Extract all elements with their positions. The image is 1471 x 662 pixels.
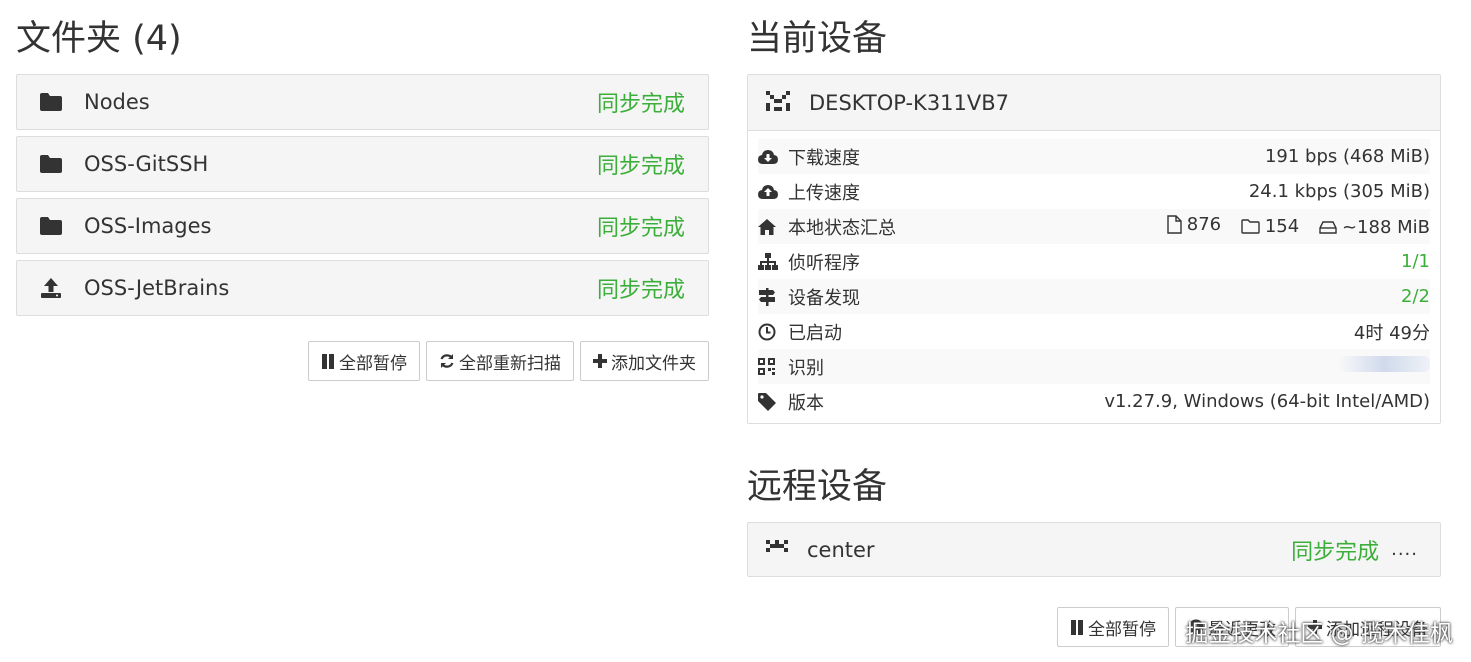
file-count: 876 [1167, 214, 1221, 235]
info-value: v1.27.9, Windows (64-bit Intel/AMD) [1104, 391, 1430, 412]
upload-icon [37, 277, 65, 299]
discovery-row: 设备发现 2/2 [758, 279, 1430, 314]
folder-status: 同步完成 [596, 216, 685, 241]
add-folder-button[interactable]: 添加文件夹 [580, 341, 709, 381]
folders-section: 文件夹 (4) Nodes 同步完成 OSS-GitSSH 同步完成 OSS-I… [16, 0, 709, 381]
info-label: 侦听程序 [788, 252, 860, 274]
watermark-text: 掘金技术社区 @ 揽木佳枫 [1185, 621, 1453, 647]
button-label: 全部暂停 [1088, 619, 1156, 640]
pause-icon [321, 353, 335, 369]
info-value: 4时 49分 [1353, 322, 1430, 344]
folder-name: OSS-GitSSH [84, 152, 209, 176]
folder-item-nodes[interactable]: Nodes 同步完成 [16, 74, 709, 130]
plus-icon [593, 354, 607, 368]
info-label: 识别 [788, 357, 824, 379]
folders-title: 文件夹 (4) [16, 19, 182, 59]
storage-size-value: ~188 MiB [1341, 216, 1430, 238]
folder-count: 154 [1241, 216, 1299, 237]
file-icon [1167, 215, 1182, 234]
this-device-panel: DESKTOP-K311VB7 下载速度 191 bps (468 MiB) 上… [747, 74, 1441, 424]
this-device-header[interactable]: DESKTOP-K311VB7 [748, 75, 1440, 131]
device-identicon-icon [766, 90, 790, 115]
folder-item-oss-gitssh[interactable]: OSS-GitSSH 同步完成 [16, 136, 709, 192]
rescan-all-button[interactable]: 全部重新扫描 [426, 341, 574, 381]
device-identicon-icon [766, 539, 788, 560]
hdd-icon [1319, 221, 1337, 234]
info-value[interactable]: 2/2 [1401, 286, 1430, 307]
folder-status: 同步完成 [596, 278, 685, 303]
folder-outline-icon [1241, 219, 1260, 234]
download-rate-row: 下载速度 191 bps (468 MiB) [758, 139, 1430, 174]
local-state-summary: 876 154 ~188 MiB [1153, 214, 1430, 239]
folder-status: 同步完成 [596, 154, 685, 179]
sitemap-icon [758, 252, 780, 271]
folder-item-oss-images[interactable]: OSS-Images 同步完成 [16, 198, 709, 254]
tag-icon [758, 392, 780, 411]
cloud-upload-icon [758, 184, 780, 200]
local-state-row: 本地状态汇总 876 154 ~188 MiB [758, 209, 1430, 244]
upload-rate-row: 上传速度 24.1 kbps (305 MiB) [758, 174, 1430, 209]
info-label: 本地状态汇总 [788, 217, 896, 239]
folder-name: Nodes [84, 90, 150, 114]
folder-name: OSS-JetBrains [84, 276, 230, 300]
folder-icon [37, 91, 65, 113]
info-value: 24.1 kbps (305 MiB) [1248, 181, 1430, 202]
button-label: 全部重新扫描 [459, 353, 561, 374]
storage-size: ~188 MiB [1319, 217, 1430, 238]
info-label: 上传速度 [788, 182, 860, 204]
signpost-icon [758, 287, 780, 306]
button-label: 全部暂停 [339, 353, 407, 374]
info-label: 版本 [788, 392, 824, 414]
remote-devices-title: 远程设备 [747, 467, 888, 507]
cloud-download-icon [758, 149, 780, 165]
uptime-row: 已启动 4时 49分 [758, 314, 1430, 349]
remote-device-center[interactable]: center 同步完成 .... [747, 522, 1441, 577]
folder-icon [37, 215, 65, 237]
identification-row: 识别 [758, 349, 1430, 384]
qrcode-icon [758, 358, 780, 375]
clock-icon [758, 323, 780, 341]
device-id-blurred[interactable] [1338, 356, 1430, 377]
folder-icon [37, 153, 65, 175]
file-count-value: 876 [1186, 214, 1222, 235]
devices-section: 当前设备 DESKTOP-K311VB7 下载速度 191 bps (468 M… [747, 0, 1441, 647]
this-device-name: DESKTOP-K311VB7 [809, 90, 1010, 115]
folders-actions: 全部暂停 全部重新扫描 添加文件夹 [16, 341, 709, 381]
device-info-table: 下载速度 191 bps (468 MiB) 上传速度 24.1 kbps (3… [748, 131, 1440, 423]
info-label: 下载速度 [788, 147, 860, 169]
remote-device-name: center [807, 537, 875, 562]
home-icon [758, 218, 780, 235]
pause-icon [1070, 619, 1084, 635]
pause-all-devices-button[interactable]: 全部暂停 [1057, 607, 1169, 647]
listeners-row: 侦听程序 1/1 [758, 244, 1430, 279]
info-label: 设备发现 [788, 287, 860, 309]
folder-item-oss-jetbrains[interactable]: OSS-JetBrains 同步完成 [16, 260, 709, 316]
info-value: 191 bps (468 MiB) [1264, 146, 1430, 167]
remote-device-status: 同步完成 [1291, 539, 1380, 565]
this-device-title: 当前设备 [747, 19, 888, 59]
folder-status: 同步完成 [596, 92, 685, 117]
remote-device-more: .... [1391, 539, 1418, 560]
button-label: 添加文件夹 [611, 353, 696, 374]
info-value[interactable]: 1/1 [1401, 251, 1430, 272]
version-row: 版本 v1.27.9, Windows (64-bit Intel/AMD) [758, 384, 1430, 419]
info-label: 已启动 [788, 322, 842, 344]
folder-name: OSS-Images [84, 214, 212, 238]
folder-count-value: 154 [1264, 216, 1300, 237]
refresh-icon [439, 353, 455, 369]
pause-all-folders-button[interactable]: 全部暂停 [308, 341, 420, 381]
